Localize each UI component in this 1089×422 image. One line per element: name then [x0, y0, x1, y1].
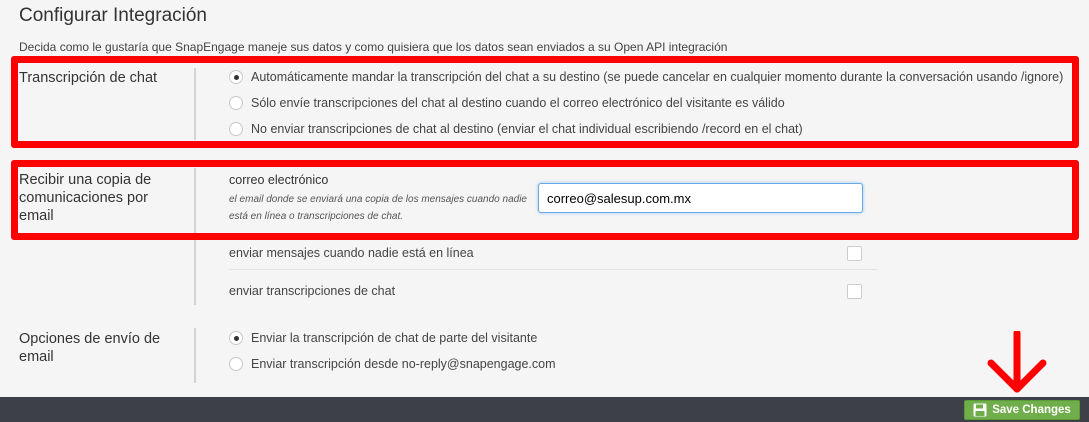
radio-button[interactable]: [229, 357, 243, 371]
annotation-box-copy: [11, 160, 1079, 240]
radio-option-from-visitor[interactable]: Enviar la transcripción de chat de parte…: [229, 329, 537, 347]
radio-label: Enviar la transcripción de chat de parte…: [251, 331, 538, 345]
check-row-offline-label: enviar mensajes cuando nadie está en lín…: [229, 246, 474, 260]
radio-option-from-noreply[interactable]: Enviar transcripción desde no-reply@snap…: [229, 355, 556, 373]
annotation-arrow-icon: [987, 331, 1047, 393]
floppy-disk-icon: [973, 403, 987, 417]
row-divider: [229, 269, 877, 270]
radio-button[interactable]: [229, 331, 243, 345]
save-button-label: Save Changes: [992, 404, 1071, 416]
checkbox-offline-messages[interactable]: [847, 246, 862, 261]
annotation-box-transcript: [11, 56, 1079, 148]
page-title: Configurar Integración: [19, 5, 207, 26]
footer-bar: [0, 397, 1089, 422]
save-button[interactable]: Save Changes: [964, 400, 1080, 420]
section-divider: [194, 328, 196, 383]
page-description: Decida como le gustaría que SnapEngage m…: [19, 40, 728, 54]
checkbox-send-transcripts[interactable]: [847, 284, 862, 299]
check-row-transcripts-label: enviar transcripciones de chat: [229, 284, 396, 298]
section-label-send-options: Opciones de envío de email: [19, 331, 161, 365]
radio-label: Enviar transcripción desde no-reply@snap…: [251, 357, 556, 371]
